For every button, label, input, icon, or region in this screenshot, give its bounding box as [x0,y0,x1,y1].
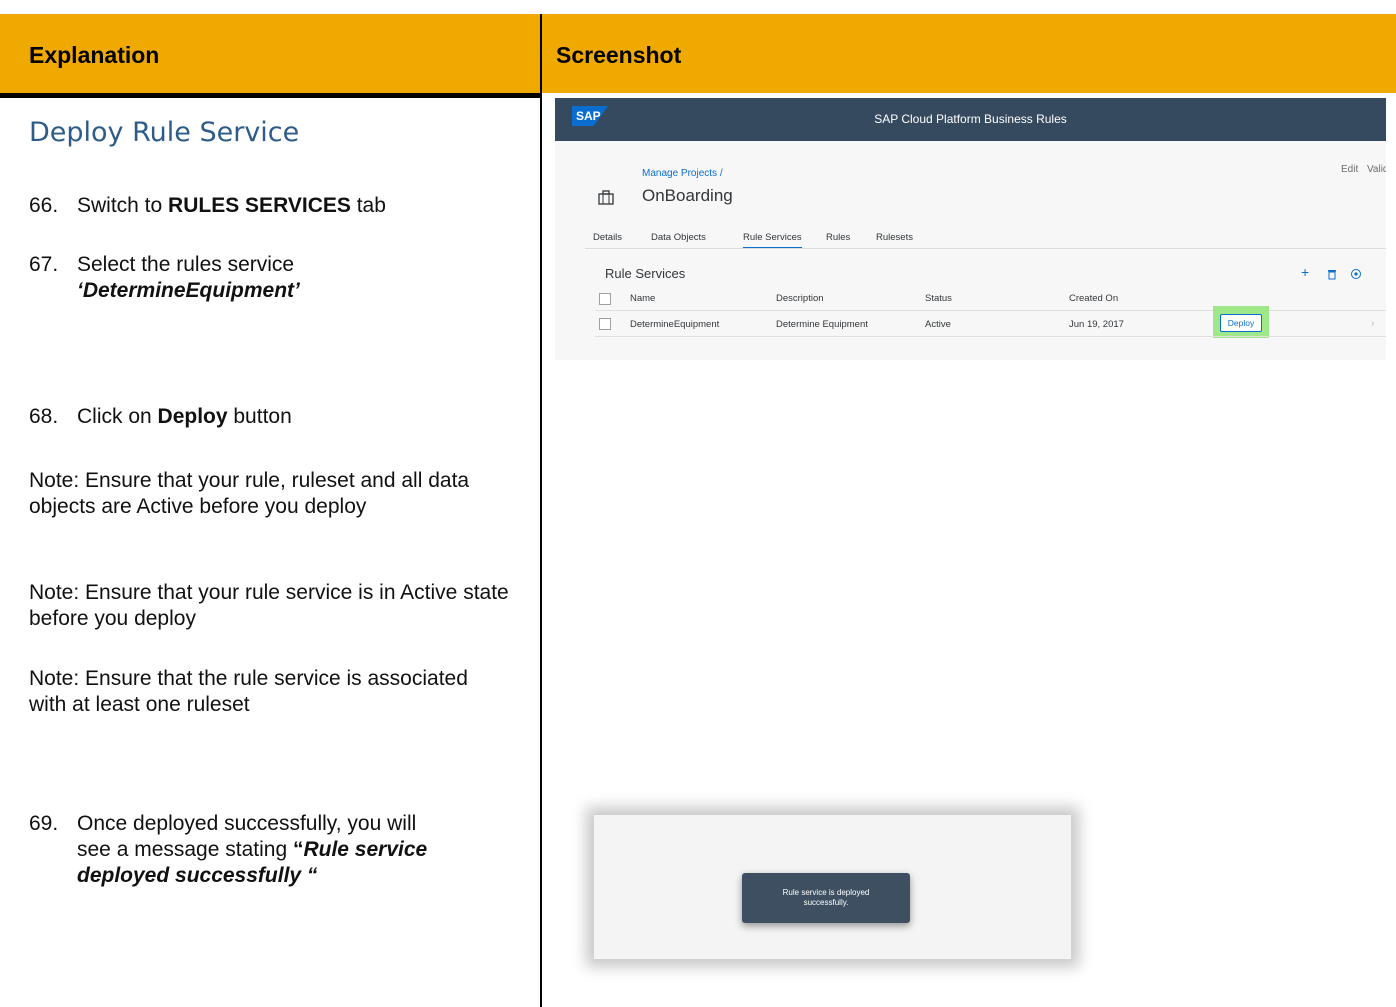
cell-description: Determine Equipment [776,319,868,330]
note-2: Note: Ensure that your rule service is i… [29,581,509,630]
step-69: 69. Once deployed successfully, you will … [29,812,428,887]
tab-data-objects[interactable]: Data Objects [651,232,706,243]
row-checkbox[interactable] [599,318,611,330]
column-divider [540,14,542,1007]
toast-screenshot: Rule service is deployed successfully. [594,815,1071,959]
edit-button[interactable]: Edit [1341,164,1358,175]
cell-created-on: Jun 19, 2017 [1069,319,1124,330]
validate-button[interactable]: Valida [1367,164,1386,175]
shell-bar: SAP SAP Cloud Platform Business Rules [555,98,1386,141]
row-divider [595,336,1386,337]
section-title: Deploy Rule Service [29,117,300,148]
col-name: Name [630,293,656,304]
col-created-on: Created On [1069,293,1119,304]
app-title: SAP Cloud Platform Business Rules [874,112,1067,126]
toast-message: Rule service is deployed successfully. [742,873,910,923]
table-header [0,14,1396,93]
header-explanation: Explanation [29,42,160,68]
table-title: Rule Services [605,266,686,281]
note-3: Note: Ensure that the rule service is as… [29,667,468,716]
project-title: OnBoarding [642,186,733,205]
sap-screenshot: SAP SAP Cloud Platform Business Rules Ma… [555,98,1386,360]
cell-name[interactable]: DetermineEquipment [630,319,719,330]
note-1: Note: Ensure that your rule, ruleset and… [29,469,470,518]
header-screenshot: Screenshot [556,42,682,68]
step-67: 67. Select the rules service ‘DetermineEq… [29,253,300,302]
briefcase-icon [598,190,614,205]
step-68: 68. Click on Deploy button [29,405,292,428]
col-description: Description [776,293,824,304]
header-divider [0,93,540,98]
chevron-right-icon[interactable]: › [1371,318,1374,329]
select-all-checkbox[interactable] [599,293,611,305]
tab-rule-services[interactable]: Rule Services [743,232,802,249]
tab-rulesets[interactable]: Rulesets [876,232,913,243]
col-status: Status [925,293,952,304]
tab-separator [585,248,1386,249]
breadcrumb[interactable]: Manage Projects / [642,168,723,179]
cell-status: Active [925,319,951,330]
settings-icon[interactable] [1350,268,1362,280]
step-66: 66. Switch to RULES SERVICES tab [29,194,386,217]
deploy-button[interactable]: Deploy [1220,314,1262,332]
add-icon[interactable]: + [1301,264,1309,280]
trash-icon[interactable] [1327,269,1337,280]
tab-details[interactable]: Details [593,232,622,243]
tab-rules[interactable]: Rules [826,232,850,243]
